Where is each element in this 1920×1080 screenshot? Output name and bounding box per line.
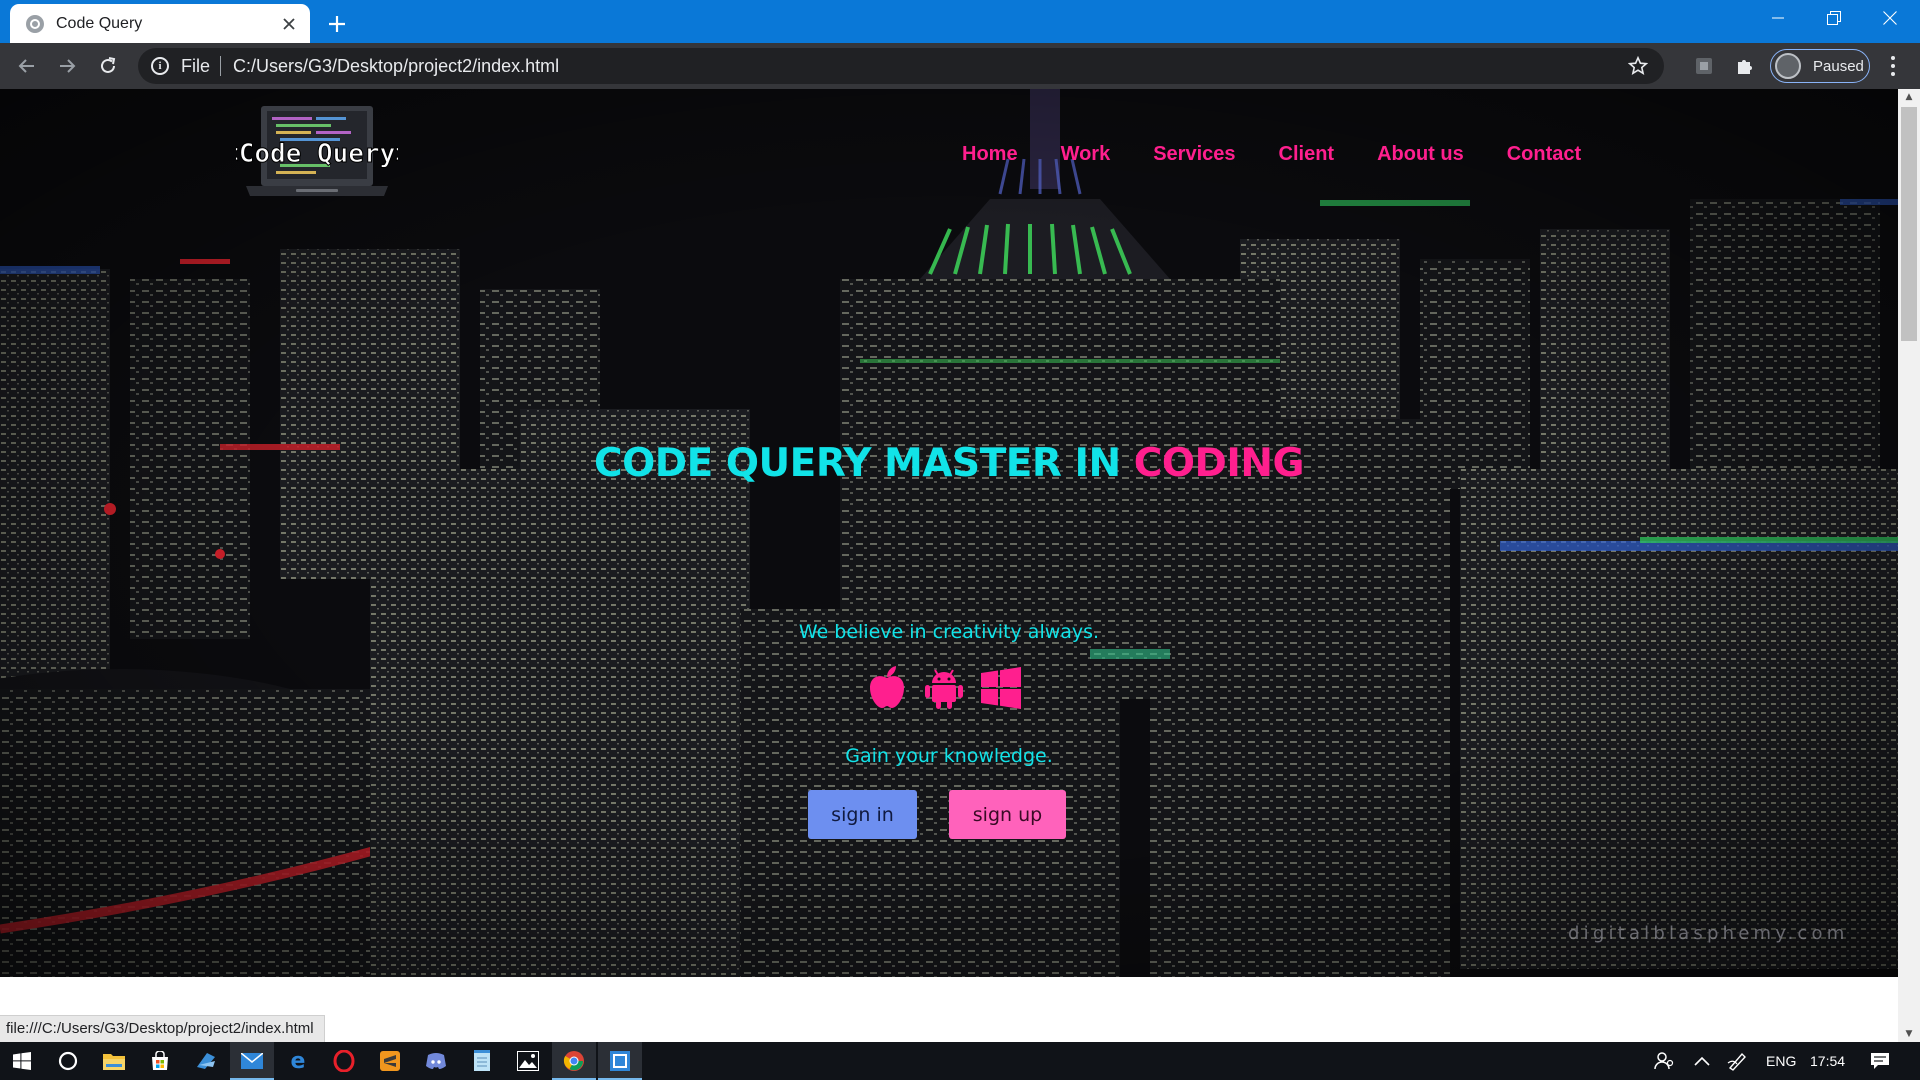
close-window-icon[interactable] [1862, 0, 1918, 36]
nav-contact[interactable]: Contact [1507, 143, 1581, 166]
address-bar[interactable]: i File C:/Users/G3/Desktop/project2/inde… [138, 48, 1664, 84]
browser-menu-icon[interactable] [1880, 53, 1906, 79]
tab-title: Code Query [56, 14, 143, 32]
sign-up-button[interactable]: sign up [949, 790, 1066, 839]
close-tab-icon[interactable] [278, 13, 300, 35]
headline-main: CODE QUERY MASTER IN [593, 441, 1134, 486]
url-divider [220, 56, 222, 76]
globe-icon [26, 14, 44, 33]
main-nav: Home Work Services Client About us Conta… [962, 143, 1581, 166]
svg-text:e: e [291, 1050, 306, 1072]
edge-icon[interactable]: e [276, 1042, 320, 1080]
sublime-text-icon[interactable] [368, 1042, 412, 1080]
link-status-bar: file:///C:/Users/G3/Desktop/project2/ind… [0, 1015, 325, 1042]
hero-section: <Code Query> Home Work Services Client A… [0, 89, 1898, 977]
mail-icon[interactable] [230, 1042, 274, 1080]
chrome-icon[interactable] [552, 1042, 596, 1080]
android-icon[interactable] [924, 666, 964, 710]
sign-in-button[interactable]: sign in [808, 790, 917, 839]
extensions-puzzle-icon[interactable] [1733, 54, 1757, 78]
scroll-down-icon[interactable]: ▼ [1898, 1026, 1920, 1042]
nav-services[interactable]: Services [1153, 143, 1235, 166]
headline-accent: CODING [1133, 441, 1305, 486]
nav-work[interactable]: Work [1061, 143, 1111, 166]
apple-icon[interactable] [866, 666, 908, 710]
reload-icon[interactable] [92, 50, 124, 82]
photos-icon[interactable] [506, 1042, 550, 1080]
nav-about-us[interactable]: About us [1377, 143, 1464, 166]
logo-text: <Code Query> [236, 139, 398, 169]
url-text[interactable]: C:/Users/G3/Desktop/project2/index.html [233, 56, 1626, 77]
restore-icon[interactable] [1806, 0, 1862, 36]
new-tab-button[interactable] [322, 9, 352, 39]
hero-headline: CODE QUERY MASTER IN CODING [0, 441, 1898, 486]
browser-tab-strip: Code Query [0, 0, 1920, 43]
forward-icon[interactable] [51, 50, 83, 82]
browser-toolbar: i File C:/Users/G3/Desktop/project2/inde… [0, 43, 1920, 89]
clock[interactable]: 17:54 [1810, 1042, 1845, 1080]
file-explorer-icon[interactable] [92, 1042, 136, 1080]
pen-ink-icon[interactable] [1716, 1042, 1760, 1080]
notepad-icon[interactable] [460, 1042, 504, 1080]
extension-icon[interactable] [1692, 54, 1716, 78]
minimize-icon[interactable] [1750, 0, 1806, 36]
code-editor-icon[interactable] [598, 1042, 642, 1080]
visual-studio-icon[interactable] [184, 1042, 228, 1080]
browser-tab[interactable]: Code Query [10, 4, 310, 43]
back-icon[interactable] [11, 50, 43, 82]
notifications-icon[interactable] [1858, 1042, 1902, 1080]
code-query-logo[interactable]: <Code Query> [236, 104, 398, 200]
nav-home[interactable]: Home [962, 143, 1018, 166]
url-scheme-label: File [181, 55, 211, 76]
page-scrollbar[interactable]: ▲ ▼ [1898, 89, 1920, 1042]
bookmark-star-icon[interactable] [1626, 54, 1650, 78]
profile-button[interactable]: Paused [1770, 49, 1870, 83]
profile-status-label: Paused [1813, 57, 1864, 75]
scroll-up-icon[interactable]: ▲ [1898, 89, 1920, 105]
city-background-image [0, 89, 1898, 977]
nav-client[interactable]: Client [1279, 143, 1335, 166]
windows-start-icon[interactable] [0, 1042, 44, 1080]
scrollbar-thumb[interactable] [1901, 107, 1917, 341]
hero-tagline: We believe in creativity always. [798, 621, 1100, 643]
language-indicator[interactable]: ENG [1766, 1042, 1796, 1080]
platform-icons [866, 666, 1026, 710]
avatar [1775, 53, 1801, 79]
cortana-search-icon[interactable] [46, 1042, 90, 1080]
site-info-icon[interactable]: i [151, 57, 169, 75]
windows-icon[interactable] [980, 667, 1022, 709]
discord-icon[interactable] [414, 1042, 458, 1080]
windows-taskbar: e ENG 17:54 [0, 1042, 1920, 1080]
image-watermark: digitalblasphemy.com [1568, 923, 1849, 944]
hero-subtagline: Gain your knowledge. [845, 745, 1053, 767]
opera-icon[interactable] [322, 1042, 366, 1080]
page-viewport: <Code Query> Home Work Services Client A… [0, 89, 1920, 1042]
microsoft-store-icon[interactable] [138, 1042, 182, 1080]
